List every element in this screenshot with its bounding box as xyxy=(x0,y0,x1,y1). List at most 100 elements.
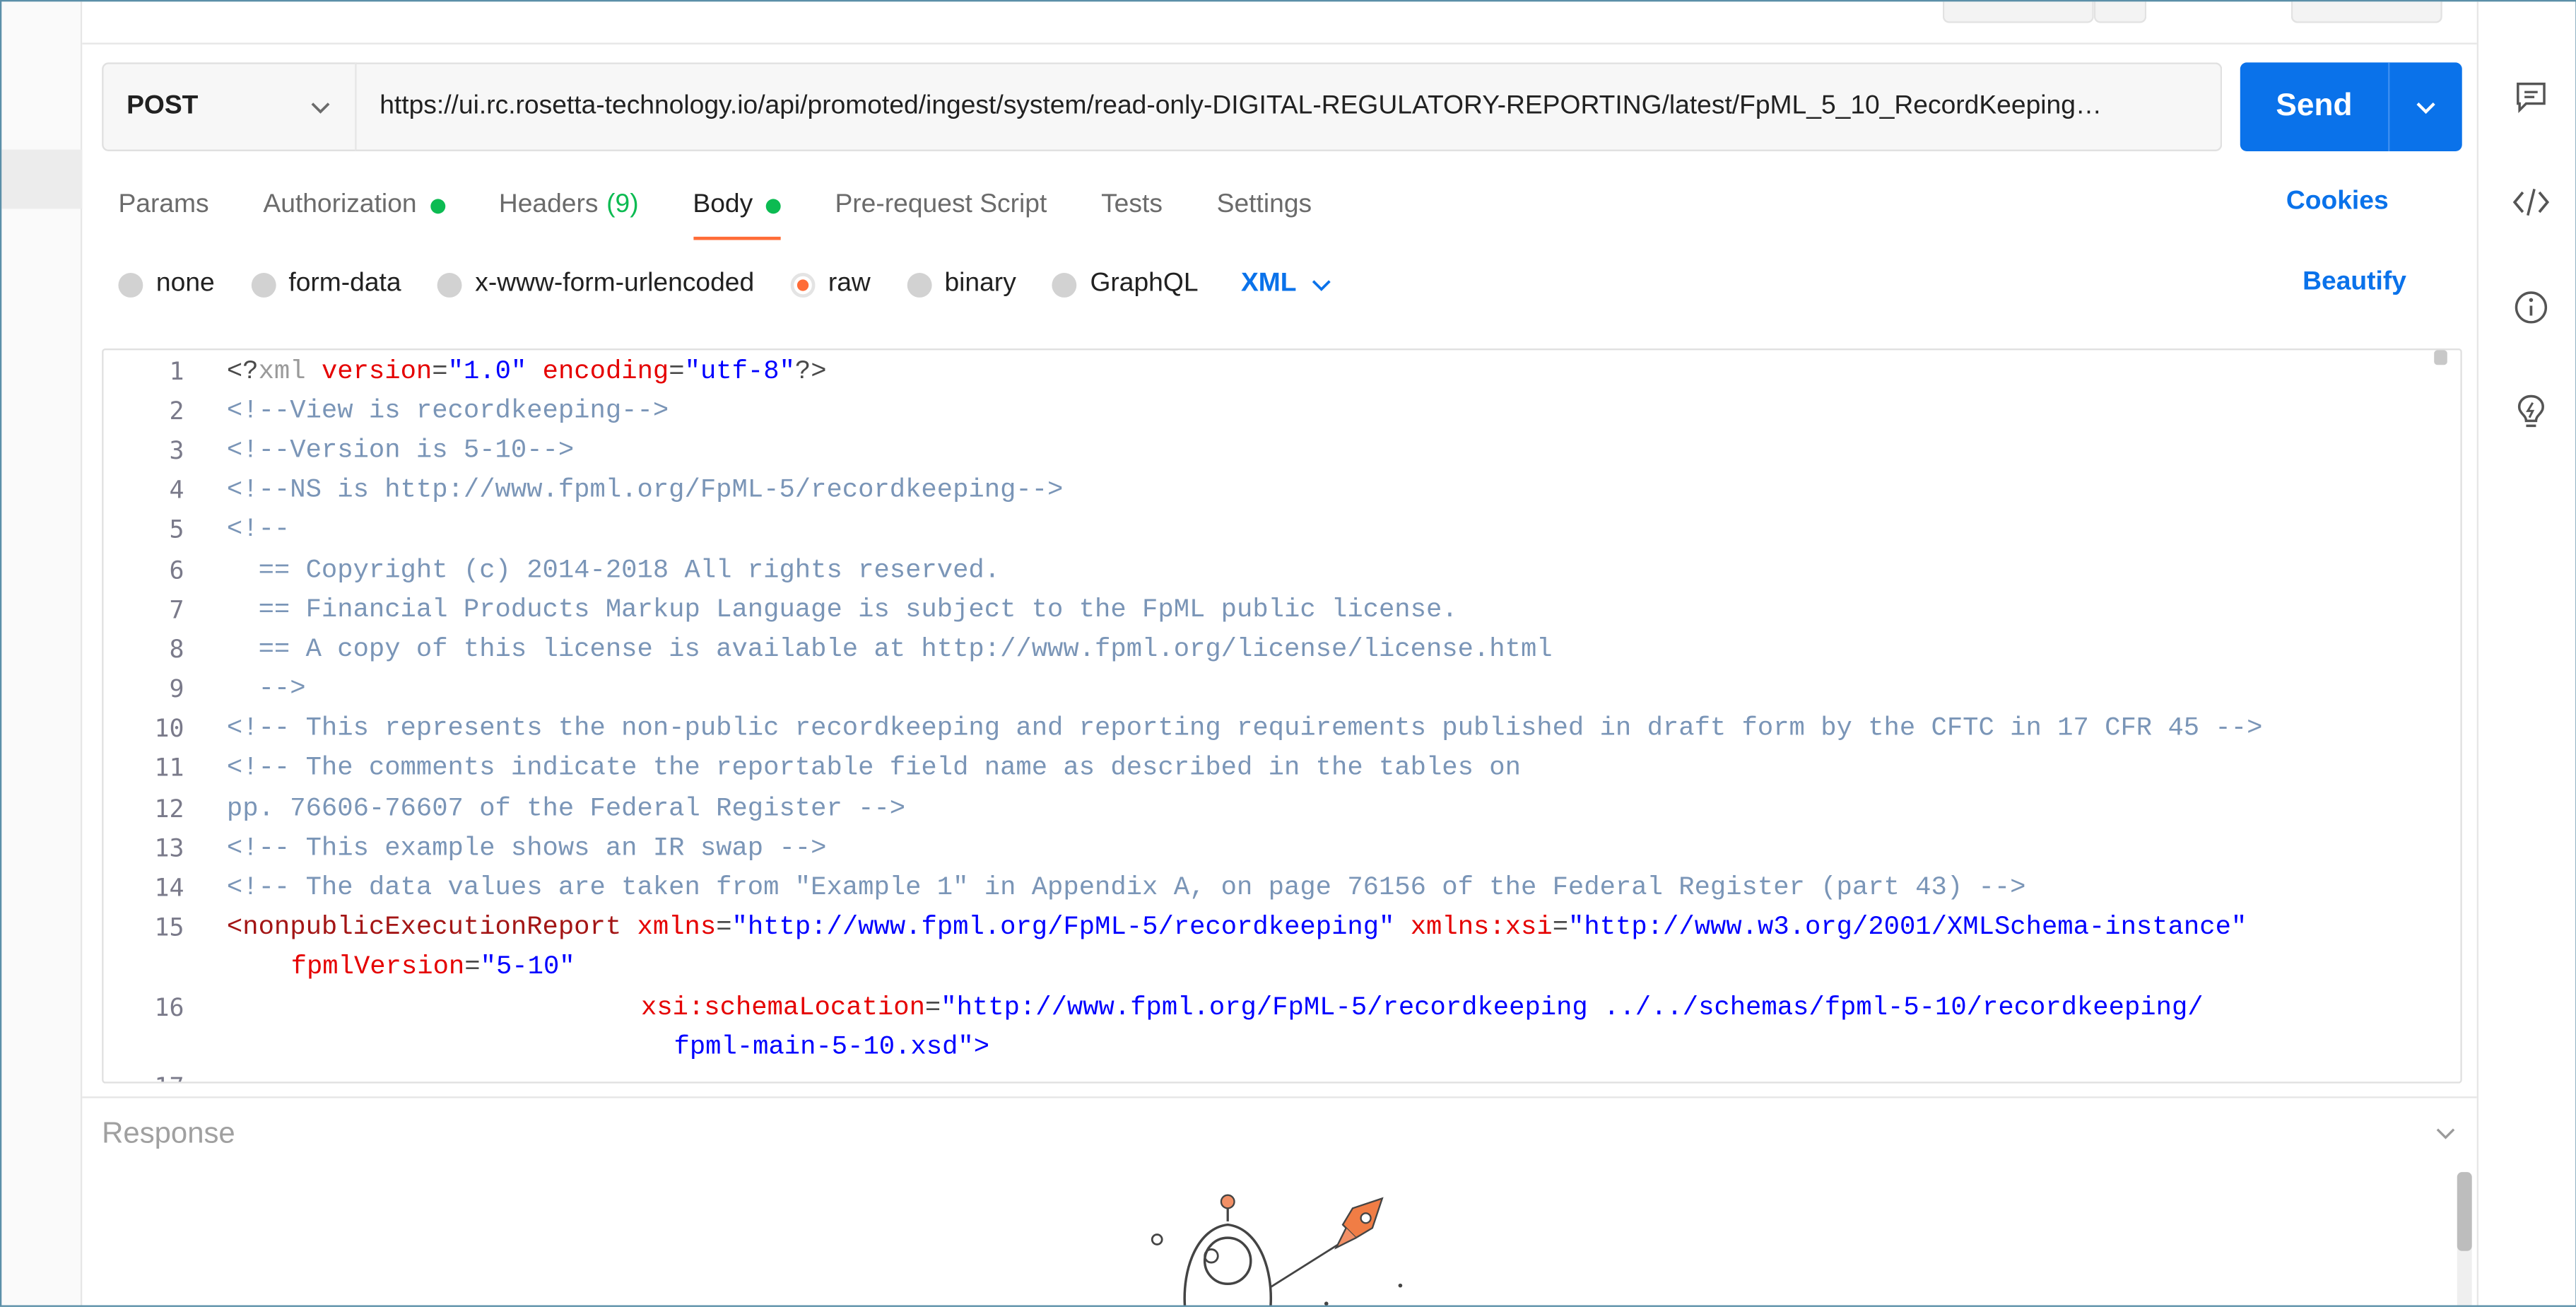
body-type-graphql[interactable]: GraphQL xyxy=(1052,269,1199,299)
option-label: x-www-form-urlencoded xyxy=(475,269,755,298)
tab-headers[interactable]: Headers (9) xyxy=(499,175,639,237)
line-number: 9 xyxy=(169,674,184,704)
xml-attr-value: "5-10" xyxy=(480,951,575,982)
response-header[interactable]: Response xyxy=(82,1096,2477,1168)
status-dot xyxy=(765,198,781,213)
option-label: none xyxy=(155,269,215,298)
tab-label: Headers xyxy=(498,190,599,219)
code-editor[interactable]: 1 2 3 4 5 6 7 8 9 10 11 12 13 14 15 16 1… xyxy=(102,348,2462,1084)
xml-attr: xmlns:xsi xyxy=(1410,912,1553,942)
xml-tag: <nonpublicExecutionReport xyxy=(226,912,622,942)
option-label: binary xyxy=(944,269,1016,298)
line-number: 10 xyxy=(154,713,184,744)
line-number: 11 xyxy=(154,753,184,783)
code-line-5: <!-- xyxy=(226,514,290,544)
equals-sign: = xyxy=(716,912,732,942)
url-text: https://ui.rc.rosetta-technology.io/api/… xyxy=(380,92,2102,120)
method-label: POST xyxy=(127,92,199,120)
cookies-link[interactable]: Cookies xyxy=(2286,187,2389,217)
astronaut-illustration xyxy=(1151,1194,1403,1306)
code-line-8: == A copy of this license is available a… xyxy=(226,634,1553,664)
lightbulb-icon[interactable] xyxy=(2508,389,2554,435)
xml-attr-value: "utf-8" xyxy=(684,356,795,387)
line-number: 12 xyxy=(154,794,184,824)
xml-attr: encoding xyxy=(542,356,669,387)
body-type-raw[interactable]: raw xyxy=(790,269,871,299)
line-number-gutter: 1 2 3 4 5 6 7 8 9 10 11 12 13 14 15 16 1… xyxy=(104,350,212,1082)
code-line-6: == Copyright (c) 2014-2018 All rights re… xyxy=(226,556,1001,585)
radio[interactable] xyxy=(437,271,462,297)
code-line-12: pp. 76606-76607 of the Federal Register … xyxy=(226,794,906,824)
tab-body[interactable]: Body xyxy=(693,175,782,240)
tab-label: Authorization xyxy=(263,190,417,219)
send-button[interactable]: Send xyxy=(2240,62,2388,151)
code-line-3: <!--Version is 5-10--> xyxy=(226,435,575,466)
radio-selected[interactable] xyxy=(790,271,816,297)
line-number: 4 xyxy=(169,475,184,505)
tab-label: Settings xyxy=(1216,190,1312,219)
url-input[interactable]: https://ui.rc.rosetta-technology.io/api/… xyxy=(355,62,2223,151)
code-line-15-wrap: fpmlVersion="5-10" xyxy=(291,952,575,982)
raw-format-select[interactable]: XML xyxy=(1241,269,1333,299)
line-number: 17 xyxy=(104,1072,184,1082)
code-icon[interactable] xyxy=(2508,179,2554,225)
body-type-none[interactable]: none xyxy=(118,269,215,299)
line-number: 16 xyxy=(154,992,184,1023)
line-number: 1 xyxy=(169,356,184,387)
top-ghost-tab[interactable] xyxy=(1942,1,2094,23)
radio[interactable] xyxy=(906,271,931,297)
option-label: form-data xyxy=(288,269,401,298)
send-dropdown-button[interactable] xyxy=(2389,62,2462,151)
radio[interactable] xyxy=(118,271,143,297)
top-right-control[interactable] xyxy=(2290,1,2442,23)
chevron-down-icon xyxy=(2436,1128,2455,1139)
left-sidebar-selected-item[interactable] xyxy=(1,149,83,209)
top-tab-bar xyxy=(82,1,2477,45)
code-line-13: <!-- This example shows an IR swap --> xyxy=(226,833,827,863)
xml-attr: xsi:schemaLocation xyxy=(640,992,925,1023)
beautify-button[interactable]: Beautify xyxy=(2302,268,2406,298)
radio[interactable] xyxy=(1052,271,1077,297)
equals-sign: = xyxy=(669,356,685,387)
body-type-form-data[interactable]: form-data xyxy=(250,269,401,299)
line-number: 8 xyxy=(169,634,184,664)
info-icon[interactable] xyxy=(2508,284,2554,330)
line-number: 14 xyxy=(154,872,184,903)
equals-sign: = xyxy=(924,992,941,1023)
headers-count: (9) xyxy=(606,190,639,219)
tab-pre-request-script[interactable]: Pre-request Script xyxy=(835,175,1047,237)
xml-attr-value: "http://www.fpml.org/FpML-5/recordkeepin… xyxy=(731,912,1395,942)
xml-pi-name: xml xyxy=(258,356,306,387)
option-label: GraphQL xyxy=(1090,269,1199,298)
xml-attr: version xyxy=(321,356,433,387)
code-content: <?xml version="1.0" encoding="utf-8"?> <… xyxy=(227,350,2429,1082)
code-line-11: <!-- The comments indicate the reportabl… xyxy=(226,753,1521,783)
code-line-2: <!--View is recordkeeping--> xyxy=(226,396,669,426)
code-line-10: <!-- This represents the non-public reco… xyxy=(226,713,2263,744)
tab-tests[interactable]: Tests xyxy=(1101,175,1163,237)
tab-authorization[interactable]: Authorization xyxy=(263,175,445,237)
xml-attr-value: "http://www.w3.org/2001/XMLSchema-instan… xyxy=(1568,912,2247,942)
body-type-urlencoded[interactable]: x-www-form-urlencoded xyxy=(437,269,754,299)
option-label: raw xyxy=(828,269,871,298)
request-tabs: Params Authorization Headers (9) Body Pre… xyxy=(118,175,1365,240)
chevron-down-icon xyxy=(311,102,330,114)
xml-attr-value: "http://www.fpml.org/FpML-5/recordkeepin… xyxy=(941,992,2204,1023)
code-line-9: --> xyxy=(226,674,306,704)
response-scrollbar[interactable] xyxy=(2457,1172,2472,1251)
tab-label: Tests xyxy=(1101,190,1163,219)
line-number: 5 xyxy=(169,514,184,544)
body-type-binary[interactable]: binary xyxy=(906,269,1016,299)
equals-sign: = xyxy=(1552,912,1569,942)
tab-params[interactable]: Params xyxy=(118,175,208,237)
line-number: 6 xyxy=(169,556,184,585)
postman-window: POST https://ui.rc.rosetta-technology.io… xyxy=(0,0,2576,1307)
line-number: 2 xyxy=(169,396,184,426)
editor-scrollbar[interactable] xyxy=(2434,350,2447,365)
top-ghost-button[interactable] xyxy=(2093,1,2147,23)
tab-settings[interactable]: Settings xyxy=(1217,175,1312,237)
radio[interactable] xyxy=(250,271,276,297)
tab-label: Pre-request Script xyxy=(835,190,1047,219)
method-select[interactable]: POST xyxy=(102,62,357,151)
comment-icon[interactable] xyxy=(2508,74,2554,120)
